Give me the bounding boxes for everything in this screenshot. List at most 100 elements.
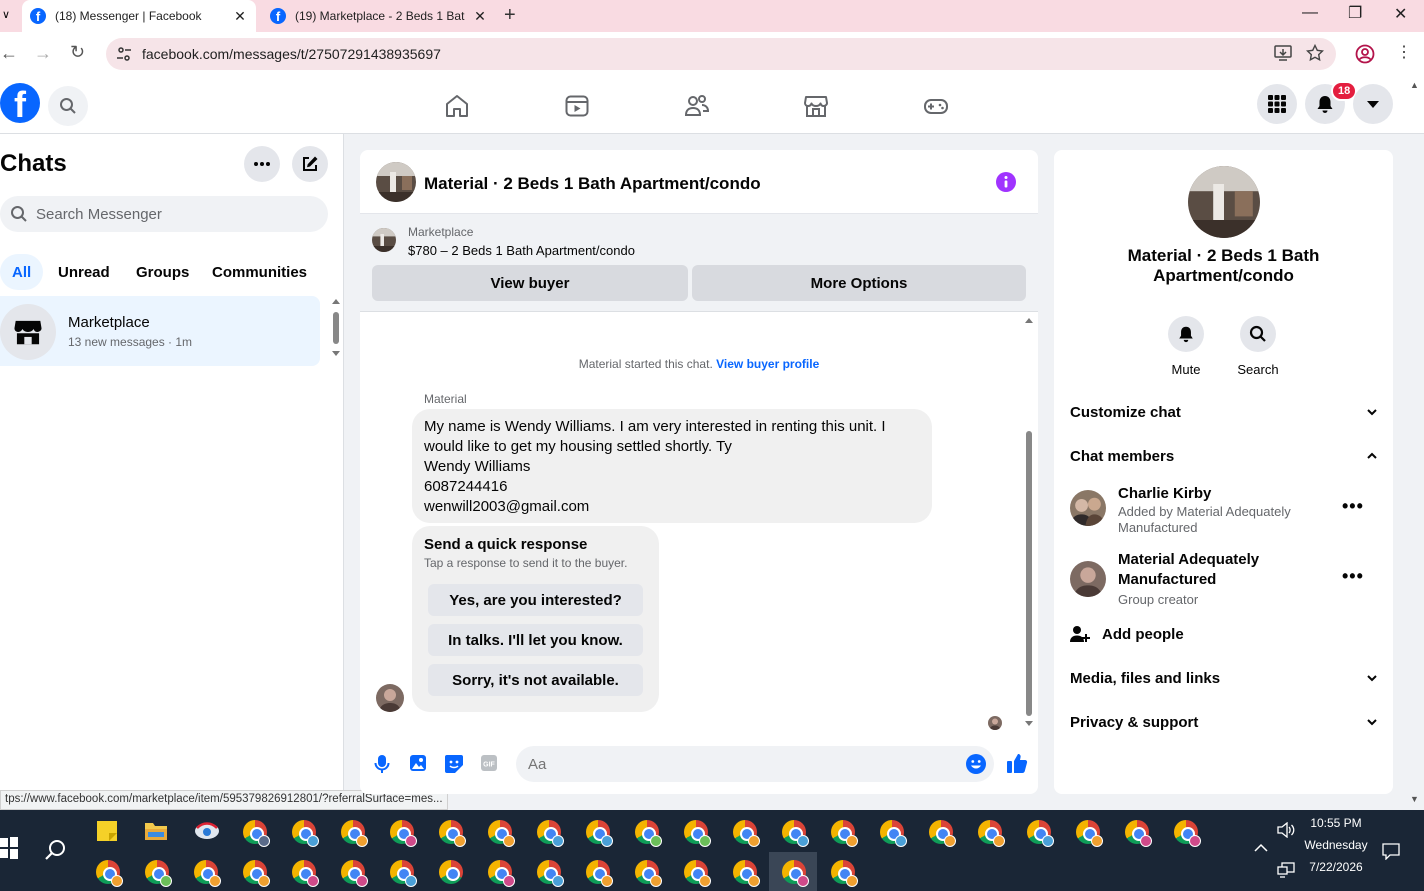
page-scroll-down-icon[interactable]: ▼ (1410, 794, 1419, 804)
chrome-taskbar-icon[interactable] (488, 860, 515, 887)
friends-icon[interactable] (684, 93, 710, 119)
show-hidden-icons-icon[interactable] (1254, 843, 1268, 853)
taskbar-search-icon[interactable] (44, 838, 68, 862)
chrome-taskbar-icon[interactable] (929, 820, 956, 847)
chrome-taskbar-icon[interactable] (341, 860, 368, 887)
restore-icon[interactable]: ❐ (1348, 3, 1362, 23)
chat-options-button[interactable] (244, 146, 280, 182)
listing-avatar[interactable] (376, 162, 416, 202)
chrome-taskbar-icon[interactable] (537, 860, 564, 887)
mute-action[interactable]: Mute (1158, 316, 1214, 377)
chrome-taskbar-icon[interactable] (586, 860, 613, 887)
chrome-taskbar-icon[interactable] (733, 820, 760, 847)
search-action[interactable]: Search (1230, 316, 1286, 377)
page-scroll-up-icon[interactable]: ▲ (1410, 80, 1419, 90)
chrome-taskbar-icon[interactable] (341, 820, 368, 847)
network-icon[interactable] (1277, 862, 1295, 878)
tab-search-icon[interactable]: ∨ (2, 8, 10, 21)
more-options-button[interactable]: More Options (692, 265, 1026, 301)
menu-button[interactable] (1257, 84, 1297, 124)
account-button[interactable] (1353, 84, 1393, 124)
home-icon[interactable] (444, 93, 470, 119)
quick-response-option[interactable]: Sorry, it's not available. (428, 664, 643, 696)
media-files-links-section[interactable]: Media, files and links (1070, 666, 1378, 690)
chrome-taskbar-icon[interactable] (292, 820, 319, 847)
tab-marketplace[interactable]: f (19) Marketplace - 2 Beds 1 Bat ✕ (262, 0, 496, 32)
mute-button[interactable] (1168, 316, 1204, 352)
quick-response-option[interactable]: Yes, are you interested? (428, 584, 643, 616)
emoji-icon[interactable] (966, 754, 986, 774)
chrome-taskbar-icon[interactable] (684, 820, 711, 847)
member-row[interactable]: Charlie Kirby Added by Material Adequate… (1070, 484, 1378, 536)
chat-list-item[interactable]: Marketplace 13 new messages · 1m (0, 296, 320, 366)
facebook-search-button[interactable] (48, 86, 88, 126)
gif-icon[interactable]: GIF (480, 754, 498, 772)
conversation-title[interactable]: Material · 2 Beds 1 Bath Apartment/condo (424, 174, 761, 194)
site-settings-icon[interactable] (116, 46, 132, 62)
filter-unread[interactable]: Unread (46, 254, 122, 290)
chrome-taskbar-icon[interactable] (880, 820, 907, 847)
close-tab-icon[interactable]: ✕ (232, 8, 248, 25)
notification-center-icon[interactable] (1382, 842, 1400, 860)
reload-icon[interactable]: ↻ (70, 42, 85, 63)
browser-menu-icon[interactable]: ⋮ (1396, 42, 1412, 62)
microphone-icon[interactable] (374, 754, 390, 774)
chrome-taskbar-icon[interactable] (292, 860, 319, 887)
conversation-scrollbar[interactable] (1023, 316, 1035, 730)
like-thumbs-up-icon[interactable] (1006, 752, 1028, 774)
message-bubble[interactable]: My name is Wendy Williams. I am very int… (412, 409, 932, 523)
filter-all[interactable]: All (0, 254, 44, 290)
chrome-taskbar-icon[interactable] (684, 860, 711, 887)
member-options-icon[interactable]: ••• (1342, 566, 1364, 587)
chrome-taskbar-icon[interactable] (635, 820, 662, 847)
gaming-icon[interactable] (923, 93, 949, 119)
back-icon[interactable]: ← (0, 43, 18, 64)
new-message-button[interactable] (292, 146, 328, 182)
address-bar[interactable]: facebook.com/messages/t/2750729143893569… (106, 38, 1336, 70)
chat-members-section[interactable]: Chat members (1070, 444, 1378, 468)
chrome-taskbar-icon[interactable] (96, 860, 123, 887)
chrome-taskbar-icon[interactable] (439, 820, 466, 847)
member-row[interactable]: Material Adequately Manufactured Group c… (1070, 550, 1378, 610)
app-icon[interactable] (193, 818, 221, 844)
sender-avatar[interactable] (376, 684, 404, 712)
info-icon[interactable] (996, 172, 1016, 192)
chrome-taskbar-icon[interactable] (1125, 820, 1152, 847)
volume-icon[interactable] (1277, 822, 1295, 838)
chrome-taskbar-icon[interactable] (145, 860, 172, 887)
add-people-button[interactable]: Add people (1070, 622, 1378, 646)
chrome-taskbar-icon[interactable] (782, 860, 809, 887)
install-app-icon[interactable] (1274, 44, 1292, 62)
chrome-taskbar-icon[interactable] (390, 860, 417, 887)
tab-messenger[interactable]: f (18) Messenger | Facebook ✕ (22, 0, 256, 32)
minimize-icon[interactable]: — (1302, 4, 1318, 22)
chrome-taskbar-icon[interactable] (390, 820, 417, 847)
chrome-taskbar-icon[interactable] (537, 820, 564, 847)
chrome-taskbar-icon[interactable] (243, 820, 270, 847)
windows-start-icon[interactable] (0, 836, 18, 860)
chrome-taskbar-icon[interactable] (978, 820, 1005, 847)
privacy-support-section[interactable]: Privacy & support (1070, 710, 1378, 734)
chrome-taskbar-icon[interactable] (1174, 820, 1201, 847)
facebook-logo-icon[interactable]: f (0, 83, 40, 123)
chrome-taskbar-icon[interactable] (194, 860, 221, 887)
view-buyer-button[interactable]: View buyer (372, 265, 688, 301)
listing-price-title[interactable]: $780 – 2 Beds 1 Bath Apartment/condo (408, 243, 635, 258)
sticky-notes-icon[interactable] (96, 820, 118, 842)
file-explorer-icon[interactable] (144, 820, 168, 842)
chrome-taskbar-icon[interactable] (488, 820, 515, 847)
search-messenger-input[interactable]: Search Messenger (0, 196, 328, 232)
chrome-taskbar-icon[interactable] (831, 860, 858, 887)
sticker-icon[interactable] (444, 754, 464, 774)
quick-response-option[interactable]: In talks. I'll let you know. (428, 624, 643, 656)
chrome-taskbar-icon[interactable] (831, 820, 858, 847)
customize-chat-section[interactable]: Customize chat (1070, 400, 1378, 424)
chrome-taskbar-icon[interactable] (1027, 820, 1054, 847)
window-close-icon[interactable]: ✕ (1394, 4, 1407, 24)
forward-icon[interactable]: → (34, 43, 52, 64)
chrome-taskbar-icon[interactable] (439, 860, 463, 884)
system-clock[interactable]: 10:55 PM Wednesday 7/22/2026 (1296, 812, 1376, 878)
chrome-taskbar-icon[interactable] (243, 860, 270, 887)
chrome-taskbar-icon[interactable] (733, 860, 760, 887)
chrome-taskbar-icon[interactable] (1076, 820, 1103, 847)
